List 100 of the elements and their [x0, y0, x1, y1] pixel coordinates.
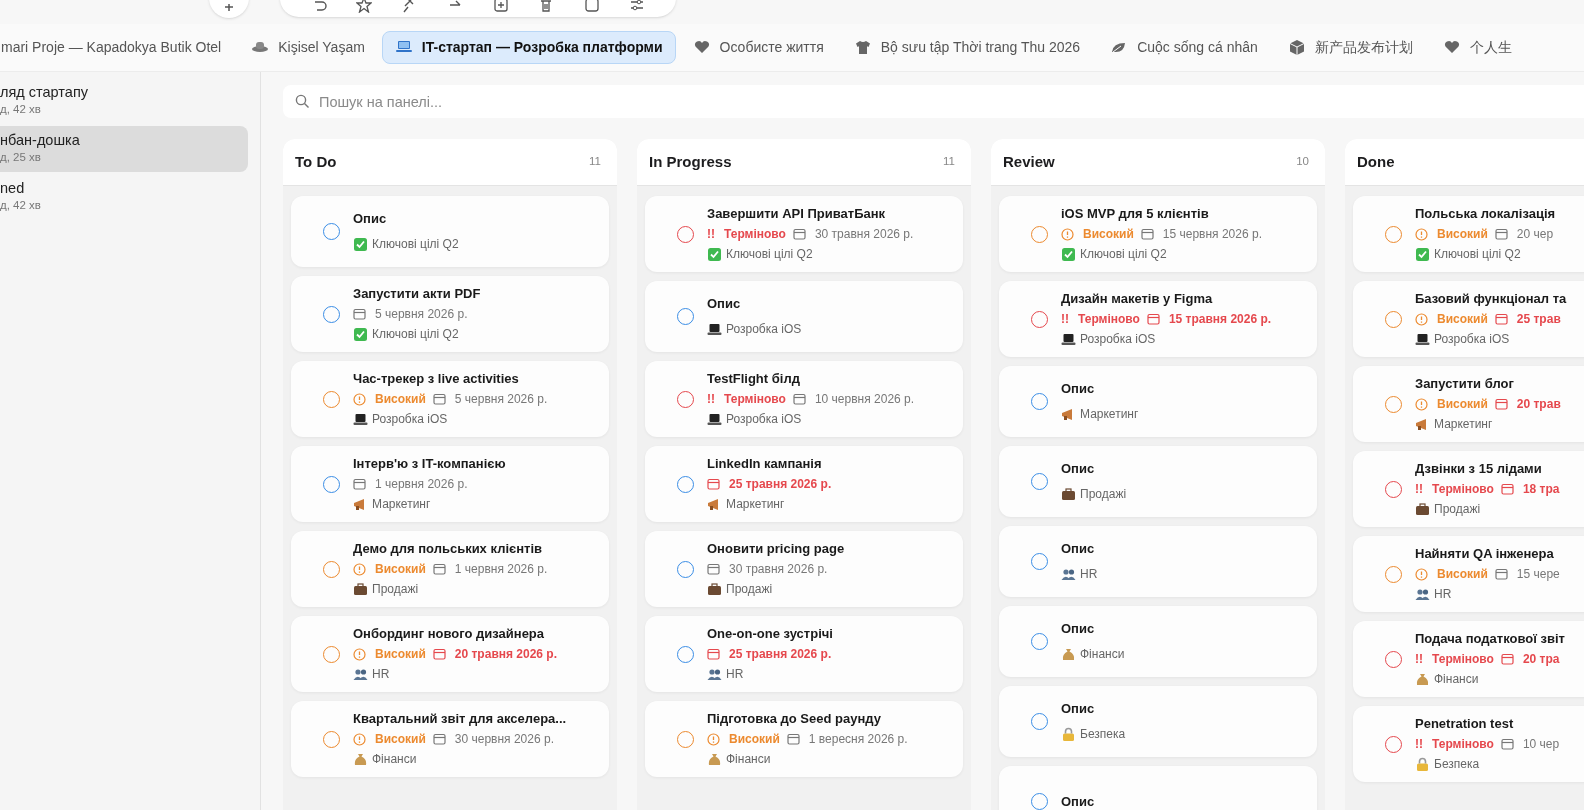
task-title: Опис — [1061, 541, 1096, 557]
due-date: 1 червня 2026 р. — [375, 476, 468, 492]
priority-label: Терміново — [1432, 651, 1494, 667]
task-title: Демо для польських клієнтів — [353, 541, 543, 557]
task-title: Польська локалізація — [1415, 206, 1556, 222]
due-date: 1 червня 2026 р. — [454, 561, 548, 577]
due-date: 20 чер — [1516, 226, 1554, 242]
due-date: 1 вересня 2026 р. — [808, 731, 908, 747]
task-title: Найняти QA інженера — [1415, 546, 1555, 562]
calendar-icon — [707, 648, 720, 660]
calendar-icon — [1494, 568, 1508, 580]
priority-mark: !! — [707, 391, 715, 407]
task-title: Опис — [707, 296, 742, 312]
sidebar-item[interactable]: нбан-дошка д, 25 хв — [0, 126, 248, 172]
task-title: Інтерв'ю з IT-компанією — [353, 456, 506, 472]
people-icon — [1061, 566, 1076, 582]
due-date: 25 травня 2026 р. — [729, 646, 832, 662]
task-title: Опис — [353, 211, 388, 227]
money-bag-icon — [707, 751, 722, 767]
due-date: 15 травня 2026 р. — [1168, 311, 1272, 327]
task-title: One-on-one зустрічі — [707, 626, 833, 642]
priority-label: Високий — [1437, 226, 1488, 242]
category-label: Розробка iOS — [726, 321, 802, 337]
laptop-icon — [707, 321, 722, 337]
tab[interactable]: 新产品发布计划 — [1274, 31, 1426, 64]
calendar-icon — [1140, 228, 1154, 240]
category-label: Фінанси — [726, 751, 771, 767]
calendar-icon — [707, 478, 720, 490]
category-label: Безпека — [1434, 756, 1480, 772]
category-label: Ключові цілі Q2 — [372, 236, 459, 252]
priority-mark: !! — [707, 226, 715, 242]
calendar-icon — [432, 393, 446, 405]
search-field[interactable]: Пошук на панелі... — [283, 85, 1584, 118]
calendar-icon — [432, 648, 446, 660]
calendar-icon — [353, 308, 366, 320]
task-title: Подача податкової звіт — [1415, 631, 1565, 647]
category-label: Маркетинг — [1080, 406, 1139, 422]
category-label: Ключові цілі Q2 — [1080, 246, 1167, 262]
people-icon — [707, 666, 722, 682]
due-date: 30 травня 2026 р. — [729, 561, 828, 577]
tab[interactable]: Bộ sưu tập Thời trang Thu 2026 — [840, 31, 1094, 64]
priority-label: Високий — [375, 646, 426, 662]
category-label: Розробка iOS — [726, 411, 802, 427]
column-count: 10 — [1296, 154, 1309, 170]
task-title: Опис — [1061, 621, 1096, 637]
tab[interactable]: IT-стартап — Розробка платформи — [381, 31, 676, 64]
priority-label: Високий — [375, 561, 426, 577]
alert-circle-icon — [1415, 567, 1428, 581]
priority-label: Терміново — [724, 226, 786, 242]
task-title: Оновити pricing page — [707, 541, 845, 557]
cube-icon — [1287, 39, 1306, 56]
calendar-icon — [786, 733, 800, 745]
task-title: LinkedIn кампанія — [707, 456, 823, 472]
priority-label: Високий — [729, 731, 780, 747]
column-count: 11 — [943, 154, 955, 170]
priority-label: Терміново — [724, 391, 786, 407]
category-label: Розробка iOS — [372, 411, 448, 427]
checkmark-icon — [353, 326, 368, 342]
task-title: Завершити API ПриватБанк — [707, 206, 887, 222]
people-icon — [1415, 586, 1430, 602]
sidebar-item[interactable]: ned д, 42 хв — [0, 174, 248, 220]
checkmark-icon — [353, 236, 368, 252]
category-label: Маркетинг — [372, 496, 431, 512]
star-icon[interactable] — [356, 0, 373, 13]
priority-mark: !! — [1415, 736, 1423, 752]
alert-circle-icon — [353, 647, 366, 661]
task-title: Запустити акти PDF — [353, 286, 481, 302]
due-date: 30 червня 2026 р. — [454, 731, 554, 747]
task-title: Опис — [1061, 461, 1096, 477]
tab[interactable]: Cuộc sống cá nhân — [1097, 31, 1271, 64]
alert-circle-icon — [707, 732, 720, 746]
calendar-icon — [432, 733, 446, 745]
category-label: Продажі — [372, 581, 419, 597]
sidebar-item[interactable]: ляд стартапу д, 42 хв — [0, 78, 248, 124]
priority-label: Високий — [1437, 311, 1488, 327]
money-bag-icon — [1061, 646, 1076, 662]
task-title: TestFlight білд — [707, 371, 801, 387]
lock-icon — [1415, 756, 1430, 772]
task-title: Онбординг нового дизайнера — [353, 626, 546, 642]
due-date: 25 травня 2026 р. — [729, 476, 832, 492]
calendar-icon — [1494, 228, 1508, 240]
tab[interactable]: mari Proje — Kapadokya Butik Otel — [0, 31, 235, 64]
checkmark-icon — [1061, 246, 1076, 262]
due-date: 15 чере — [1516, 566, 1560, 582]
category-label: HR — [1080, 566, 1098, 582]
sliders-icon[interactable] — [629, 0, 646, 13]
tab[interactable]: Особисте життя — [679, 31, 837, 64]
calendar-icon — [792, 228, 806, 240]
calendar-icon — [353, 478, 366, 490]
due-date: 15 червня 2026 р. — [1162, 226, 1262, 242]
due-date: 20 травня 2026 р. — [454, 646, 558, 662]
column-title: Done — [1357, 151, 1395, 172]
calendar-icon — [1494, 398, 1508, 410]
tab[interactable]: 个人生 — [1429, 31, 1525, 64]
due-date: 10 чер — [1522, 736, 1560, 752]
calendar-icon — [1500, 483, 1514, 495]
category-label: Ключові цілі Q2 — [372, 326, 459, 342]
column-title: Review — [1003, 151, 1055, 172]
alert-circle-icon — [1061, 227, 1074, 241]
tab[interactable]: Kişisel Yaşam — [238, 31, 378, 64]
